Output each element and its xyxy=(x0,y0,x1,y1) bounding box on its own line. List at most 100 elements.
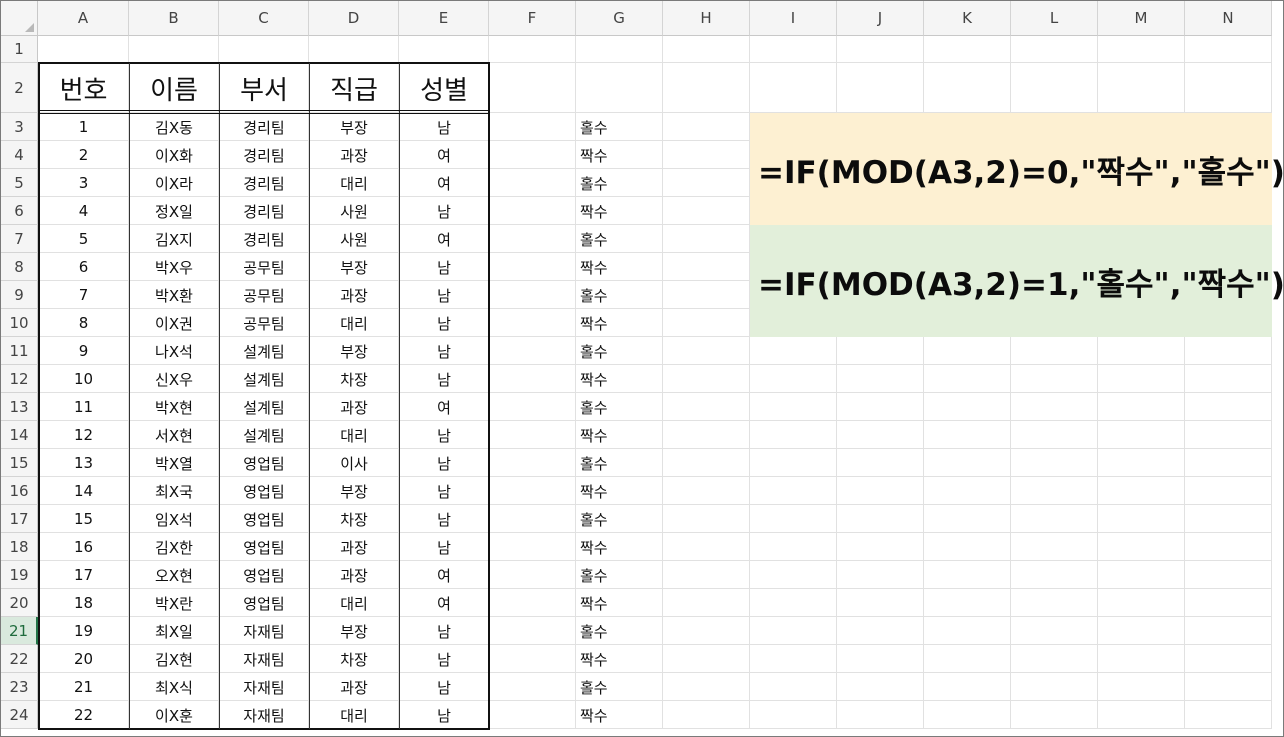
cell[interactable] xyxy=(663,337,750,365)
cell[interactable] xyxy=(1185,701,1272,729)
row-header-17[interactable]: 17 xyxy=(1,505,38,533)
cell[interactable] xyxy=(576,36,663,63)
cell[interactable] xyxy=(1011,673,1098,701)
column-header-a[interactable]: A xyxy=(38,1,129,36)
row-header-13[interactable]: 13 xyxy=(1,393,38,421)
cell[interactable] xyxy=(837,63,924,113)
cell[interactable] xyxy=(663,701,750,729)
row-header-18[interactable]: 18 xyxy=(1,533,38,561)
cell[interactable] xyxy=(750,421,837,449)
cell[interactable] xyxy=(1011,617,1098,645)
cell[interactable] xyxy=(489,393,576,421)
cell[interactable] xyxy=(837,477,924,505)
row-header-9[interactable]: 9 xyxy=(1,281,38,309)
row-header-7[interactable]: 7 xyxy=(1,225,38,253)
cell[interactable] xyxy=(1185,589,1272,617)
cell[interactable] xyxy=(663,449,750,477)
cell[interactable] xyxy=(663,36,750,63)
cell[interactable] xyxy=(1098,337,1185,365)
cell[interactable] xyxy=(576,63,663,113)
cell[interactable] xyxy=(663,141,750,169)
cell[interactable] xyxy=(837,561,924,589)
cell[interactable] xyxy=(924,505,1011,533)
cell[interactable] xyxy=(1098,421,1185,449)
cell[interactable] xyxy=(1098,673,1185,701)
cell[interactable] xyxy=(489,141,576,169)
cell[interactable] xyxy=(489,645,576,673)
cell[interactable] xyxy=(837,645,924,673)
cell[interactable] xyxy=(1098,449,1185,477)
row-header-15[interactable]: 15 xyxy=(1,449,38,477)
cell[interactable] xyxy=(924,63,1011,113)
cell[interactable] xyxy=(1185,477,1272,505)
cell[interactable] xyxy=(1098,63,1185,113)
cell[interactable] xyxy=(663,253,750,281)
cell[interactable] xyxy=(1011,701,1098,729)
cell[interactable] xyxy=(924,701,1011,729)
cell[interactable] xyxy=(663,477,750,505)
cell[interactable] xyxy=(663,225,750,253)
cell[interactable] xyxy=(1011,561,1098,589)
cell[interactable] xyxy=(924,561,1011,589)
cell[interactable] xyxy=(663,645,750,673)
column-header-j[interactable]: J xyxy=(837,1,924,36)
cell[interactable] xyxy=(219,36,309,63)
column-header-m[interactable]: M xyxy=(1098,1,1185,36)
row-header-5[interactable]: 5 xyxy=(1,169,38,197)
cell[interactable] xyxy=(837,505,924,533)
cell[interactable] xyxy=(1098,561,1185,589)
cell[interactable] xyxy=(750,673,837,701)
cell[interactable] xyxy=(1098,365,1185,393)
cell[interactable] xyxy=(837,365,924,393)
column-header-e[interactable]: E xyxy=(399,1,489,36)
cell[interactable] xyxy=(1011,645,1098,673)
cell[interactable] xyxy=(1185,365,1272,393)
cell[interactable] xyxy=(924,617,1011,645)
cell[interactable] xyxy=(489,505,576,533)
cell[interactable] xyxy=(399,36,489,63)
cell[interactable] xyxy=(663,281,750,309)
cell[interactable] xyxy=(489,421,576,449)
cell[interactable] xyxy=(750,505,837,533)
cell[interactable] xyxy=(1185,393,1272,421)
row-header-14[interactable]: 14 xyxy=(1,421,38,449)
cell[interactable] xyxy=(750,337,837,365)
cell[interactable] xyxy=(663,393,750,421)
cell[interactable] xyxy=(1011,589,1098,617)
row-header-10[interactable]: 10 xyxy=(1,309,38,337)
cell[interactable] xyxy=(663,561,750,589)
cell[interactable] xyxy=(924,393,1011,421)
cell[interactable] xyxy=(1011,505,1098,533)
column-header-n[interactable]: N xyxy=(1185,1,1272,36)
cell[interactable] xyxy=(837,449,924,477)
row-header-3[interactable]: 3 xyxy=(1,113,38,141)
cell[interactable] xyxy=(1098,617,1185,645)
cell[interactable] xyxy=(1098,533,1185,561)
cell[interactable] xyxy=(750,617,837,645)
cell[interactable] xyxy=(924,645,1011,673)
cell[interactable] xyxy=(837,421,924,449)
cell[interactable] xyxy=(129,36,219,63)
cell[interactable] xyxy=(924,365,1011,393)
cell[interactable] xyxy=(750,589,837,617)
cell[interactable] xyxy=(1185,617,1272,645)
cell[interactable] xyxy=(837,589,924,617)
cell[interactable] xyxy=(663,113,750,141)
cell[interactable] xyxy=(489,533,576,561)
cell[interactable] xyxy=(924,477,1011,505)
cell[interactable] xyxy=(489,617,576,645)
cell[interactable] xyxy=(1098,477,1185,505)
cell[interactable] xyxy=(663,63,750,113)
cell[interactable] xyxy=(837,337,924,365)
cell[interactable] xyxy=(1185,36,1272,63)
column-header-b[interactable]: B xyxy=(129,1,219,36)
cell[interactable] xyxy=(924,533,1011,561)
column-header-c[interactable]: C xyxy=(219,1,309,36)
column-header-i[interactable]: I xyxy=(750,1,837,36)
cell[interactable] xyxy=(1185,645,1272,673)
row-header-22[interactable]: 22 xyxy=(1,645,38,673)
cell[interactable] xyxy=(663,673,750,701)
cell[interactable] xyxy=(1185,533,1272,561)
row-header-8[interactable]: 8 xyxy=(1,253,38,281)
cell[interactable] xyxy=(1011,63,1098,113)
